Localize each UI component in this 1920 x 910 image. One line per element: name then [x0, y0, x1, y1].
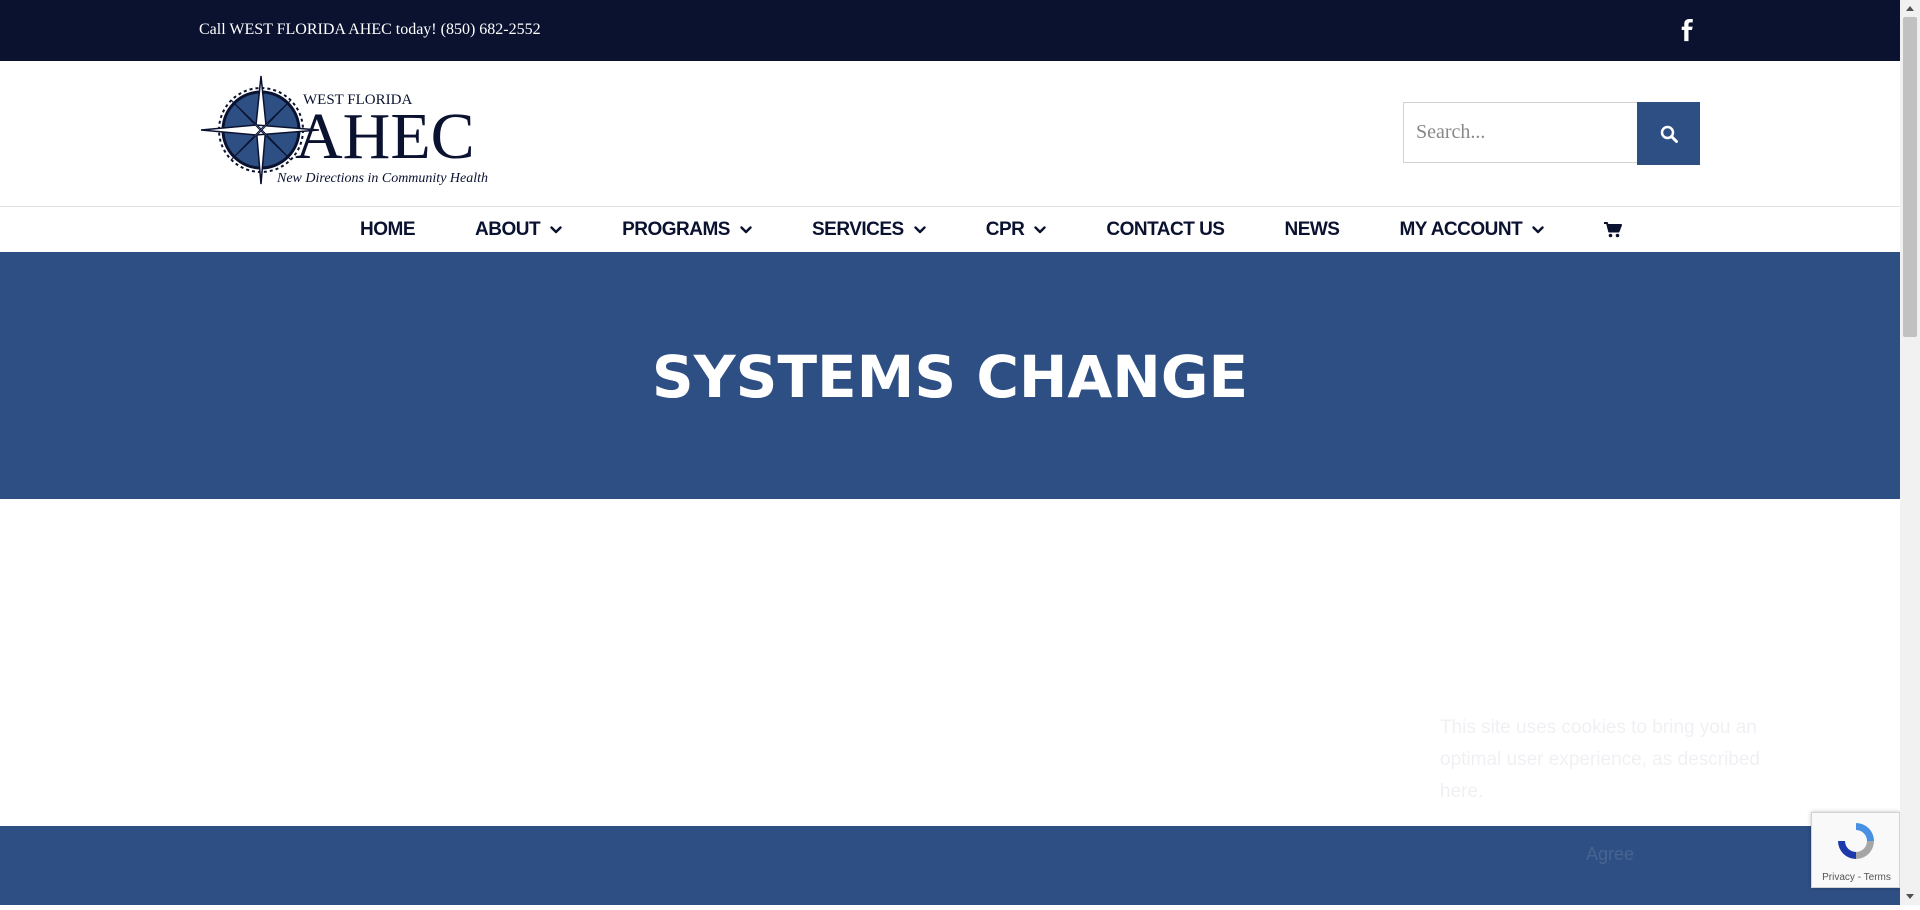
nav-item-services[interactable]: SERVICES — [812, 219, 926, 241]
logo-brand-text: AHEC — [295, 100, 475, 173]
site-logo[interactable]: WEST FLORIDA AHEC New Directions in Comm… — [199, 72, 511, 196]
cookie-notice: This site uses cookies to bring you an o… — [1400, 692, 1820, 882]
scroll-down-arrow-icon[interactable] — [1900, 888, 1920, 905]
search-input[interactable] — [1403, 102, 1637, 163]
search-button[interactable] — [1637, 102, 1700, 165]
nav-item-label: ABOUT — [475, 218, 541, 240]
scrollbar-thumb[interactable] — [1903, 17, 1917, 337]
nav-item-my-account[interactable]: MY ACCOUNT — [1399, 219, 1544, 241]
nav-item-contact-us[interactable]: CONTACT US — [1106, 218, 1225, 241]
chevron-down-icon — [550, 225, 562, 233]
main-nav: HOME ABOUT PROGRAMS SERVICES CPR CONTACT US NE… — [0, 207, 1900, 252]
cart-icon[interactable] — [1604, 221, 1623, 238]
nav-item-label: CONTACT US — [1106, 218, 1225, 240]
scrollbar[interactable] — [1900, 0, 1920, 905]
nav-item-label: NEWS — [1284, 218, 1340, 240]
chevron-down-icon — [740, 225, 752, 233]
nav-item-label: SERVICES — [811, 218, 904, 240]
page-title: SYSTEMS CHANGE — [651, 343, 1249, 411]
chevron-down-icon — [914, 225, 926, 233]
phone-text: Call WEST FLORIDA AHEC today! (850) 682-… — [199, 21, 541, 38]
recaptcha-links[interactable]: Privacy - Terms — [1812, 872, 1901, 883]
nav-item-label: MY ACCOUNT — [1399, 218, 1523, 240]
nav-item-programs[interactable]: PROGRAMS — [622, 219, 752, 241]
recaptcha-badge[interactable]: Privacy - Terms — [1811, 812, 1900, 888]
nav-item-news[interactable]: NEWS — [1284, 218, 1340, 241]
nav-item-about[interactable]: ABOUT — [475, 219, 562, 241]
nav-item-label: CPR — [985, 218, 1025, 240]
facebook-icon[interactable] — [1680, 17, 1698, 43]
chevron-down-icon — [1034, 225, 1047, 233]
chevron-down-icon — [1532, 225, 1544, 233]
nav-item-label: PROGRAMS — [622, 218, 730, 240]
scroll-up-arrow-icon[interactable] — [1900, 0, 1920, 17]
cookie-message: This site uses cookies to bring you an o… — [1440, 717, 1761, 802]
recaptcha-icon — [1838, 823, 1874, 859]
search-icon — [1660, 125, 1678, 143]
cookie-agree-button[interactable]: Agree — [1400, 826, 1820, 882]
search-form — [1403, 102, 1700, 165]
nav-item-home[interactable]: HOME — [360, 218, 416, 241]
nav-item-cpr[interactable]: CPR — [986, 219, 1047, 241]
page-title-bar: SYSTEMS CHANGE — [0, 252, 1900, 499]
top-bar: Call WEST FLORIDA AHEC today! (850) 682-… — [0, 0, 1900, 61]
logo-tagline: New Directions in Community Health — [276, 171, 488, 186]
nav-item-label: HOME — [360, 218, 416, 240]
